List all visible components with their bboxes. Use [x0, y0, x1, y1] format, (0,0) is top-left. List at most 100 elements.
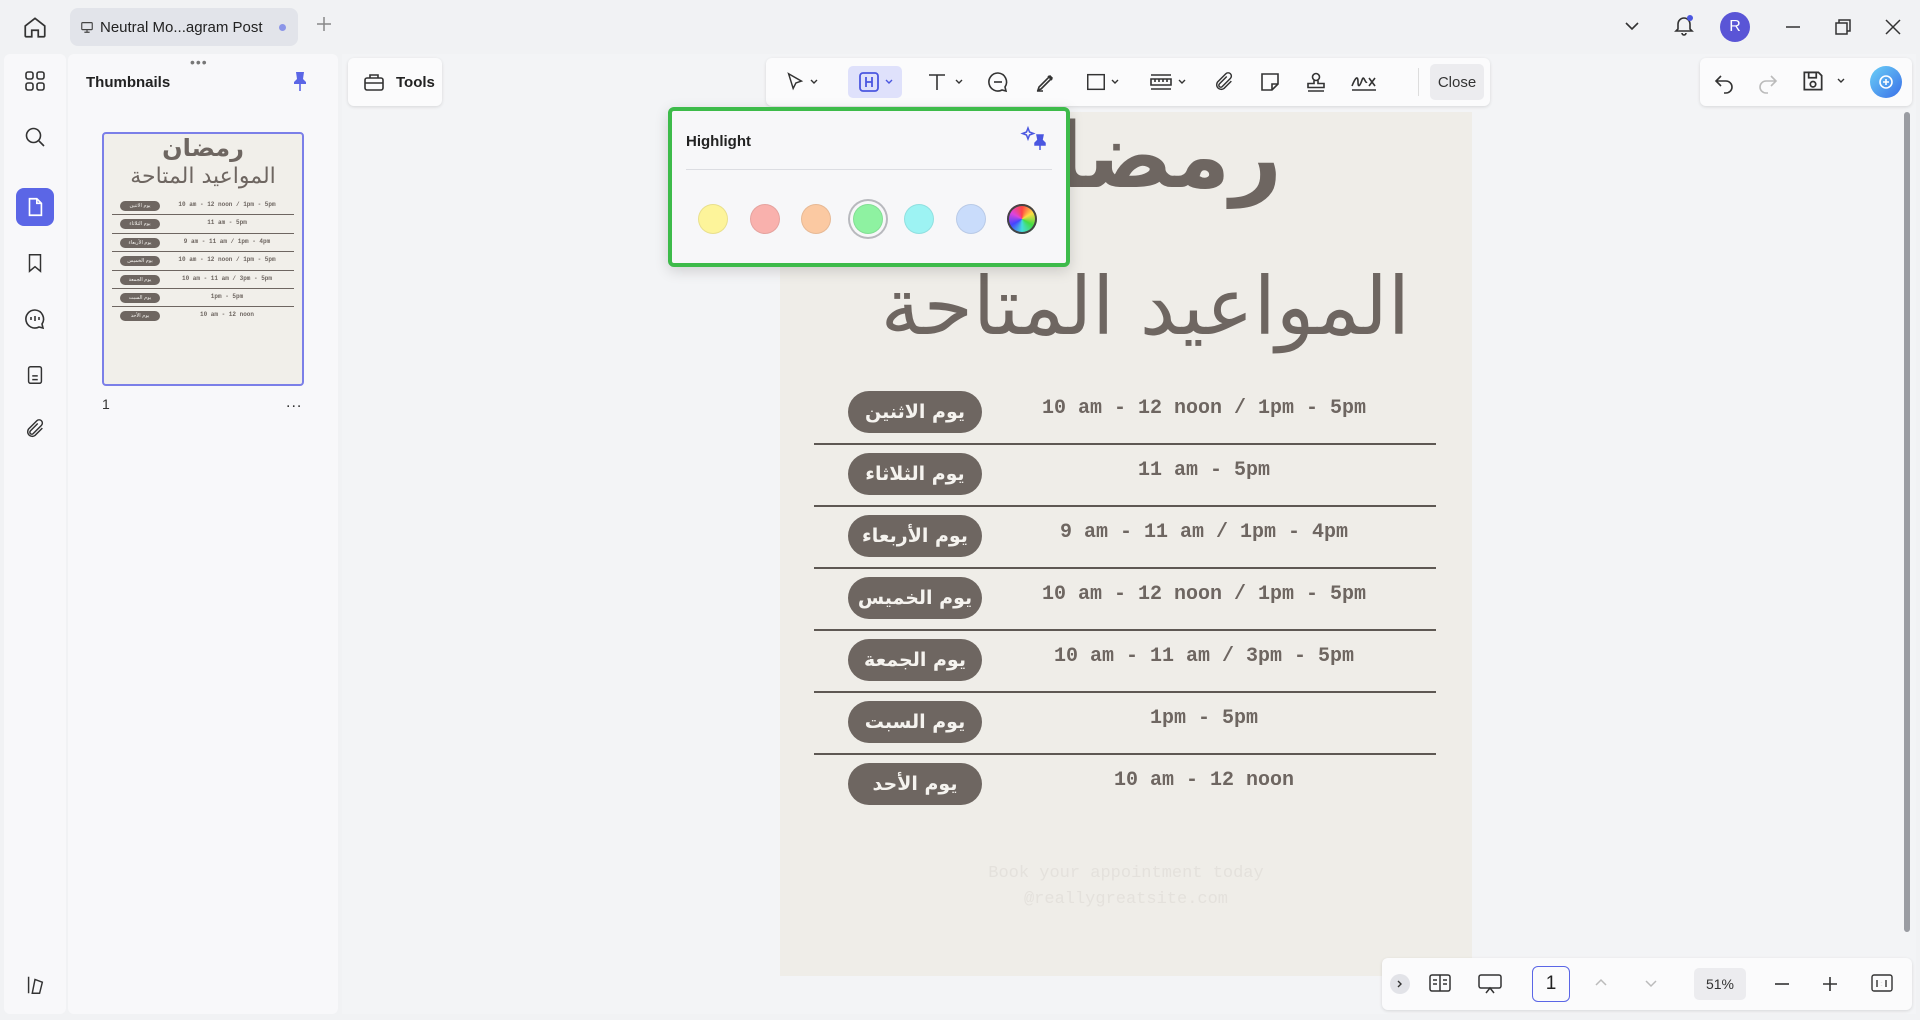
thumbnail-more-button[interactable]: ... [286, 394, 302, 412]
presentation-icon [80, 20, 94, 34]
thumb-day-pill: يوم الثلاثاء [120, 219, 160, 229]
thumb-hours: 10 am - 12 noon [164, 311, 290, 318]
thumb-day-pill: يوم الأربعاء [120, 238, 160, 248]
new-tab-icon[interactable] [314, 14, 334, 34]
hours-text: 11 am - 5pm [1014, 459, 1394, 482]
highlight-color-popup: Highlight [668, 107, 1070, 267]
previous-page-icon[interactable] [1592, 974, 1610, 992]
left-rail [4, 54, 66, 1014]
comment-icon[interactable] [16, 300, 54, 338]
vertical-scrollbar[interactable] [1904, 112, 1910, 932]
annotation-toolbar: Close [766, 58, 1490, 106]
page-thumbnail[interactable]: رمضان المواعيد المتاحة يوم الاثنين10 am … [102, 132, 304, 386]
bell-icon[interactable] [1672, 13, 1696, 37]
right-toolbar [1700, 58, 1912, 106]
select-tool[interactable] [778, 66, 824, 98]
tools-button[interactable]: Tools [348, 58, 442, 106]
pen-icon [1034, 70, 1058, 94]
custom-color-picker[interactable] [1007, 204, 1037, 234]
document-tab[interactable]: Neutral Mo...agram Post [70, 8, 298, 46]
pen-tool[interactable] [1028, 66, 1064, 98]
sticker-icon [1258, 70, 1282, 94]
sticker-tool[interactable] [1252, 66, 1288, 98]
actual-size-icon[interactable] [1870, 972, 1894, 994]
page-layout-icon[interactable] [1428, 972, 1452, 994]
chevron-down-icon [1110, 77, 1120, 87]
avatar[interactable]: R [1720, 12, 1750, 42]
day-pill: يوم الأحد [848, 763, 982, 805]
thumb-row: يوم الأربعاء9 am - 11 am / 1pm - 4pm [112, 234, 294, 252]
sidebar-settings-icon[interactable] [16, 966, 54, 1004]
schedule-row: يوم الأحد 10 am - 12 noon [814, 755, 1436, 817]
close-toolbar-button[interactable]: Close [1430, 64, 1484, 100]
signature-tool[interactable] [1344, 66, 1384, 98]
hours-text: 10 am - 12 noon / 1pm - 5pm [1014, 583, 1394, 606]
color-swatch[interactable] [801, 204, 831, 234]
zoom-out-icon[interactable] [1772, 974, 1792, 994]
hours-text: 10 am - 12 noon / 1pm - 5pm [1014, 397, 1394, 420]
measure-tool[interactable] [1140, 66, 1194, 98]
schedule-row: يوم الأربعاء9 am - 11 am / 1pm - 4pm [814, 507, 1436, 569]
next-page-icon[interactable] [1642, 974, 1660, 992]
thumbnail-panel: ••• Thumbnails رمضان المواعيد المتاحة يو… [68, 54, 338, 1014]
close-window-icon[interactable] [1882, 16, 1904, 38]
pages-icon[interactable] [16, 188, 54, 226]
chevron-down-icon[interactable] [1836, 76, 1846, 86]
highlight-tool[interactable] [848, 66, 902, 98]
stamp-icon [1304, 70, 1328, 94]
text-icon [925, 70, 951, 94]
color-swatch[interactable] [698, 204, 728, 234]
schedule-row: يوم السبت1pm - 5pm [814, 693, 1436, 755]
thumb-subtitle: المواعيد المتاحة [104, 164, 302, 189]
chevron-down-icon [884, 77, 894, 87]
zoom-level[interactable]: 51% [1694, 968, 1746, 1000]
undo-icon[interactable] [1712, 70, 1736, 94]
schedule-row: يوم الثلاثاء 11 am - 5pm [814, 445, 1436, 507]
drag-handle-icon[interactable]: ••• [190, 54, 208, 70]
attach-tool[interactable] [1206, 66, 1242, 98]
day-pill: يوم الاثنين [848, 391, 982, 433]
panel-title: Thumbnails [86, 74, 170, 91]
popup-title: Highlight [686, 133, 751, 150]
bookmark-icon[interactable] [16, 244, 54, 282]
redo-icon[interactable] [1756, 70, 1780, 94]
zoom-in-icon[interactable] [1820, 974, 1840, 994]
thumb-day-pill: يوم الجمعة [120, 275, 160, 285]
color-swatch[interactable] [853, 204, 883, 234]
day-pill: يوم الأربعاء [848, 515, 982, 557]
popup-divider [686, 169, 1052, 170]
stamp-tool[interactable] [1298, 66, 1334, 98]
expand-icon[interactable] [1390, 974, 1410, 994]
ai-sparkle-pin-icon[interactable] [1020, 125, 1048, 151]
save-icon[interactable] [1800, 68, 1826, 94]
shape-tool[interactable] [1076, 66, 1128, 98]
comment-tool[interactable] [980, 66, 1016, 98]
apps-icon[interactable] [16, 62, 54, 100]
toolbar-divider [1418, 68, 1419, 96]
color-swatch[interactable] [904, 204, 934, 234]
presentation-mode-icon[interactable] [1476, 972, 1504, 996]
minimize-icon[interactable] [1782, 16, 1804, 38]
ai-assistant-icon[interactable] [1870, 66, 1902, 98]
text-tool[interactable] [918, 66, 970, 98]
thumb-row: يوم الأحد10 am - 12 noon [112, 307, 294, 325]
thumb-row: يوم الخميس10 am - 12 noon / 1pm - 5pm [112, 252, 294, 270]
home-icon[interactable] [22, 14, 48, 40]
search-icon[interactable] [16, 118, 54, 156]
document-icon[interactable] [16, 356, 54, 394]
thumb-row: يوم الثلاثاء 11 am - 5pm [112, 215, 294, 233]
restore-icon[interactable] [1832, 16, 1854, 38]
signature-icon [1349, 70, 1379, 94]
tab-label: Neutral Mo...agram Post [100, 19, 263, 36]
chevron-down-icon[interactable] [1622, 16, 1642, 36]
day-pill: يوم الثلاثاء [848, 453, 982, 495]
page-number-input[interactable]: 1 [1532, 966, 1570, 1002]
color-swatch[interactable] [750, 204, 780, 234]
toolbox-icon [362, 70, 386, 94]
pin-icon[interactable] [290, 70, 310, 92]
hours-text: 10 am - 11 am / 3pm - 5pm [1014, 645, 1394, 668]
attachment-icon[interactable] [16, 410, 54, 448]
thumb-hours: 11 am - 5pm [164, 219, 290, 226]
color-swatch[interactable] [956, 204, 986, 234]
hours-text: 10 am - 12 noon [1014, 769, 1394, 792]
